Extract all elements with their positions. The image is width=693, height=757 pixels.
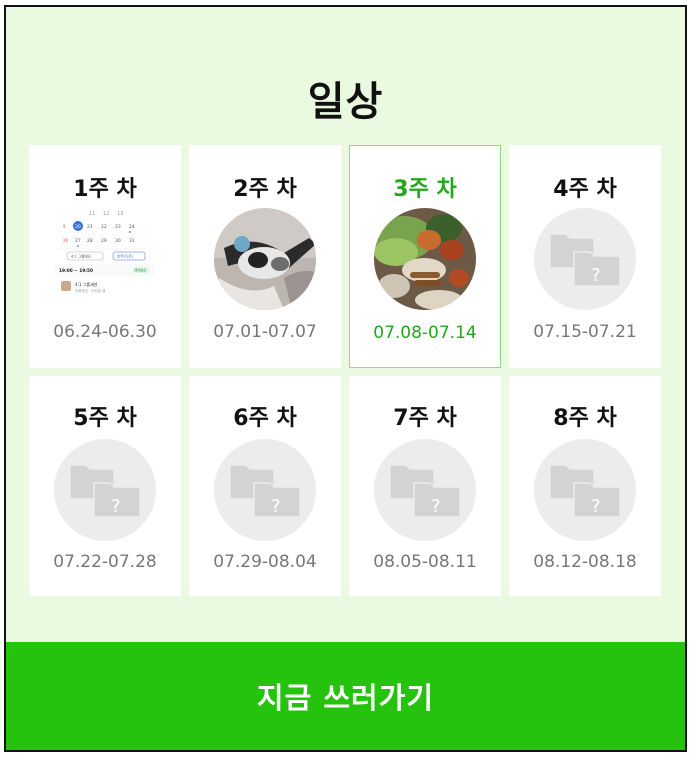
week-dates: 07.01-07.07 <box>213 322 317 342</box>
cal-day: 22 <box>101 224 107 230</box>
write-now-button[interactable]: 지금 쓰러가기 <box>6 642 685 750</box>
week-dates: 07.08-07.14 <box>373 323 477 343</box>
week-label: 5주 차 <box>73 406 137 431</box>
week-label: 7주 차 <box>393 406 457 431</box>
cal-day: 24 <box>129 224 135 230</box>
cal-day: 28 <box>87 238 93 244</box>
calendar-screenshot-image: 11 12 13 9 20 21 22 23 24 26 27 28 29 30… <box>55 209 155 307</box>
week-thumbnail-photo <box>214 208 316 310</box>
week-label: 1주 차 <box>73 177 137 202</box>
empty-folder-icon: ? <box>534 439 636 541</box>
cal-day: 12 <box>103 211 109 217</box>
page-title: 일상 <box>307 79 384 125</box>
week-dates: 07.15-07.21 <box>533 322 637 342</box>
cal-day: 13 <box>117 211 123 217</box>
week-label: 4주 차 <box>553 177 617 202</box>
session-name: 4:1 그룹세션 <box>75 281 98 287</box>
week-card-2[interactable]: 2주 차 07.01-07.07 <box>189 145 341 368</box>
week-dates: 08.05-08.11 <box>373 552 477 572</box>
week-card-8[interactable]: 8주 차 ? 08.12-08.18 <box>509 376 661 596</box>
session-sub: 마음챙김 · 이정일 쌤 <box>75 288 105 293</box>
week-card-3[interactable]: 3주 차 07.08-07.14 <box>349 145 501 368</box>
cal-day: 30 <box>115 238 121 244</box>
cal-day: 11 <box>89 211 95 217</box>
week-grid: 1주 차 11 12 13 9 20 21 22 23 24 26 27 28 … <box>29 145 665 596</box>
food-photo-image <box>374 208 476 310</box>
empty-folder-icon: ? <box>214 439 316 541</box>
photo-image <box>214 208 316 310</box>
week-card-1[interactable]: 1주 차 11 12 13 9 20 21 22 23 24 26 27 28 … <box>29 145 181 368</box>
week-label: 3주 차 <box>393 177 457 202</box>
week-thumbnail-calendar: 11 12 13 9 20 21 22 23 24 26 27 28 29 30… <box>55 209 155 307</box>
svg-text:?: ? <box>431 496 441 517</box>
app-frame: 일상 1주 차 11 12 13 9 20 21 22 23 24 26 27 … <box>4 5 687 752</box>
cal-day: 31 <box>129 238 135 244</box>
empty-folder-icon: ? <box>534 208 636 310</box>
week-card-4[interactable]: 4주 차 ? 07.15-07.21 <box>509 145 661 368</box>
week-card-5[interactable]: 5주 차 ? 07.22-07.28 <box>29 376 181 596</box>
svg-text:20: 20 <box>75 224 81 230</box>
svg-text:26: 26 <box>63 238 69 243</box>
week-dates: 07.29-08.04 <box>213 552 317 572</box>
week-dates: 06.24-06.30 <box>53 322 157 342</box>
svg-text:?: ? <box>271 496 281 517</box>
week-dates: 07.22-07.28 <box>53 552 157 572</box>
week-label: 8주 차 <box>553 406 617 431</box>
empty-folder-icon: ? <box>54 439 156 541</box>
cal-day: 27 <box>75 238 81 244</box>
svg-text:?: ? <box>591 265 601 286</box>
week-card-6[interactable]: 6주 차 ? 07.29-08.04 <box>189 376 341 596</box>
empty-folder-icon: ? <box>374 439 476 541</box>
cal-day: 29 <box>101 238 107 244</box>
week-label: 6주 차 <box>233 406 297 431</box>
session-time: 19:00 ~ 19:50 <box>59 268 93 274</box>
chip-label: 4:1 그룹에딘 <box>71 254 91 259</box>
week-label: 2주 차 <box>233 177 297 202</box>
chip-label: 번역(다온) <box>117 254 134 259</box>
cal-day: 23 <box>115 224 121 230</box>
cal-day: 21 <box>87 224 93 230</box>
status-badge: 예약완료 <box>135 268 147 273</box>
week-dates: 08.12-08.18 <box>533 552 637 572</box>
svg-text:?: ? <box>111 496 121 517</box>
week-thumbnail-food-photo <box>374 208 476 310</box>
week-card-7[interactable]: 7주 차 ? 08.05-08.11 <box>349 376 501 596</box>
svg-text:?: ? <box>591 496 601 517</box>
